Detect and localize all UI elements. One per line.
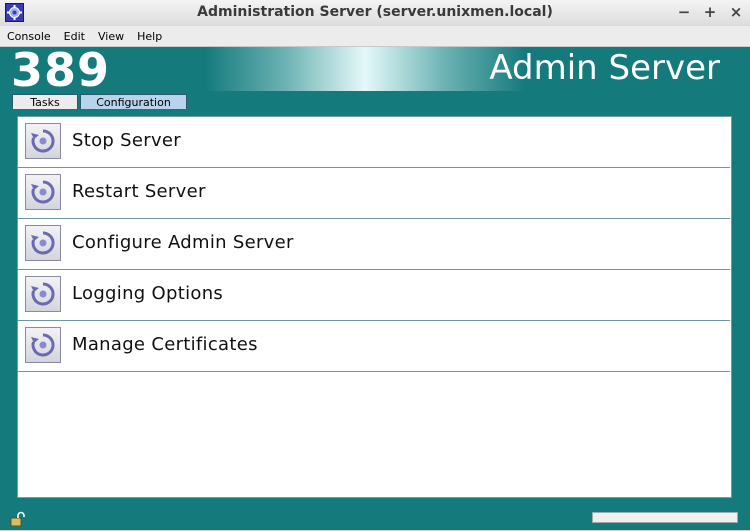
product-banner: 389 Admin Server <box>0 43 750 97</box>
task-manage-certificates[interactable]: Manage Certificates <box>18 321 730 372</box>
banner-glow <box>205 47 525 91</box>
menu-console[interactable]: Console <box>0 30 57 43</box>
task-label: Restart Server <box>72 181 206 202</box>
task-icon[interactable] <box>25 225 61 261</box>
status-bar <box>0 507 750 530</box>
tab-strip: Tasks Configuration <box>0 91 750 109</box>
task-icon[interactable] <box>25 123 61 159</box>
banner-number: 389 <box>11 43 111 97</box>
task-label: Stop Server <box>72 130 181 151</box>
minimize-button[interactable]: − <box>676 3 692 21</box>
task-icon[interactable] <box>25 174 61 210</box>
task-label: Logging Options <box>72 283 224 304</box>
lock-icon <box>9 511 25 527</box>
task-restart-server[interactable]: Restart Server <box>18 168 730 219</box>
menu-edit[interactable]: Edit <box>57 30 91 43</box>
banner-product-name: Admin Server <box>489 48 720 88</box>
menu-view[interactable]: View <box>91 30 130 43</box>
window-titlebar[interactable]: Administration Server (server.unixmen.lo… <box>0 0 750 27</box>
status-progress-bar <box>592 512 738 523</box>
task-icon[interactable] <box>25 327 61 363</box>
task-icon[interactable] <box>25 276 61 312</box>
window-title: Administration Server (server.unixmen.lo… <box>197 4 553 20</box>
task-configure-admin-server[interactable]: Configure Admin Server <box>18 219 730 270</box>
tab-tasks[interactable]: Tasks <box>12 94 78 109</box>
menu-bar: Console Edit View Help <box>0 26 750 47</box>
menu-help[interactable]: Help <box>130 30 168 43</box>
task-stop-server[interactable]: Stop Server <box>18 117 730 168</box>
task-label: Configure Admin Server <box>72 232 294 253</box>
task-label: Manage Certificates <box>72 334 258 355</box>
close-button[interactable]: × <box>728 3 744 21</box>
maximize-button[interactable]: + <box>702 3 718 21</box>
task-logging-options[interactable]: Logging Options <box>18 270 730 321</box>
tab-configuration[interactable]: Configuration <box>80 94 187 109</box>
